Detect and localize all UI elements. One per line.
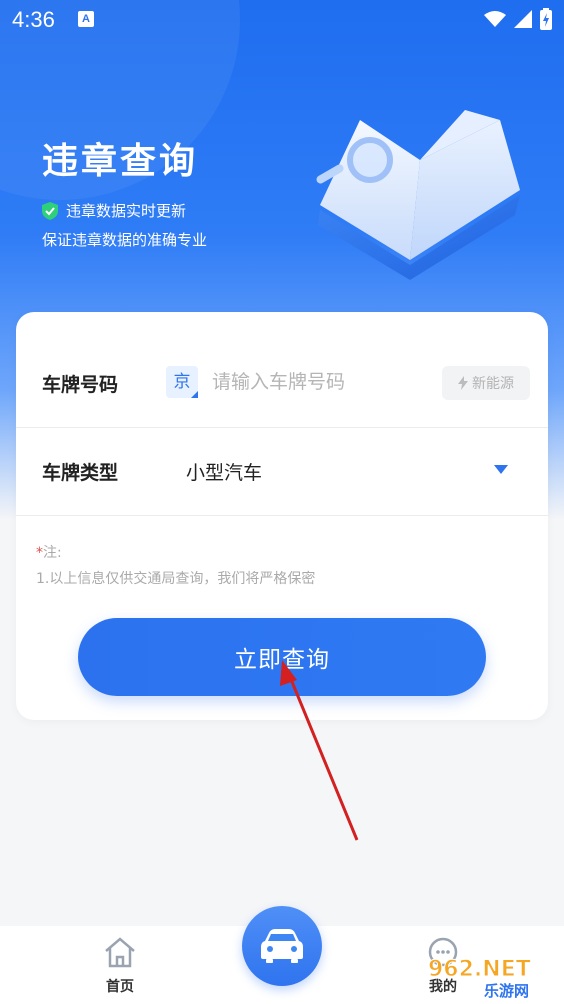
- status-bar: 4:36 A: [0, 0, 564, 40]
- watermark-logo: 962.NET 乐游网: [428, 957, 532, 1001]
- battery-icon: [540, 8, 552, 30]
- query-form-card: 车牌号码 京 新能源 车牌类型 小型汽车 *注: 1.以上信息仅供交通局查询，我…: [16, 312, 548, 720]
- center-car-button[interactable]: [242, 906, 322, 986]
- tab-home-label: 首页: [106, 979, 134, 995]
- wifi-icon: [484, 11, 506, 27]
- query-now-button[interactable]: 立即查询: [78, 618, 486, 696]
- notification-icon: A: [78, 11, 94, 27]
- new-energy-label: 新能源: [472, 376, 514, 392]
- note-title: *注:: [36, 542, 62, 562]
- note-text: 1.以上信息仅供交通局查询，我们将严格保密: [36, 571, 316, 587]
- plate-type-label: 车牌类型: [42, 462, 119, 484]
- status-time: 4:36: [12, 7, 55, 32]
- note-title-text: 注:: [43, 545, 62, 561]
- page-title: 违章查询: [42, 141, 199, 182]
- hero-line1-text: 违章数据实时更新: [66, 202, 187, 220]
- watermark-brand: 962.NET: [428, 957, 531, 982]
- plate-number-input[interactable]: [212, 364, 432, 400]
- province-selector[interactable]: 京: [166, 366, 198, 398]
- plate-number-label: 车牌号码: [42, 374, 119, 396]
- new-energy-button[interactable]: 新能源: [442, 366, 530, 400]
- required-star: *: [36, 545, 43, 561]
- signal-icon: [514, 10, 532, 28]
- lightning-icon: [458, 376, 468, 390]
- plate-number-row: 车牌号码 京 新能源: [16, 340, 548, 428]
- home-icon: [105, 937, 135, 968]
- plate-type-value[interactable]: 小型汽车: [186, 458, 262, 485]
- car-icon: [261, 929, 303, 963]
- status-icons: [484, 8, 552, 30]
- plate-type-row[interactable]: 车牌类型 小型汽车: [16, 428, 548, 516]
- watermark-sub: 乐游网: [484, 982, 529, 1000]
- hero-line2-text: 保证违章数据的准确专业: [42, 231, 208, 249]
- hero-feature-line: 违章数据实时更新: [42, 200, 186, 221]
- tab-home[interactable]: 首页: [90, 936, 150, 996]
- shield-check-icon: [42, 201, 58, 220]
- chevron-down-icon[interactable]: [494, 465, 508, 474]
- book-magnifier-illustration: [316, 110, 520, 280]
